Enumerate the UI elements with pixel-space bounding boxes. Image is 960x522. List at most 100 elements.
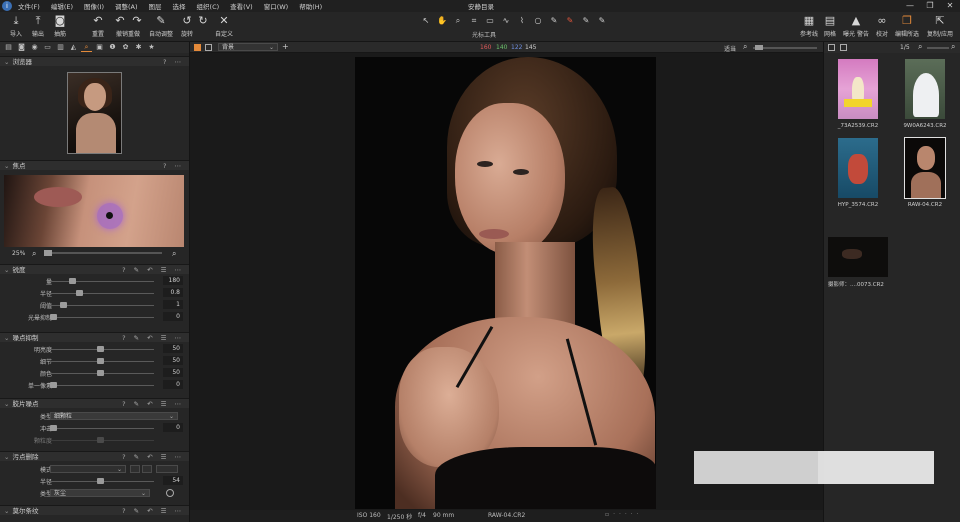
menu-view[interactable]: 查看(V) (230, 1, 253, 11)
browser-thumbnail[interactable] (67, 72, 122, 154)
tab-local-icon[interactable]: ▣ (94, 43, 105, 52)
menu-adjust[interactable]: 调整(A) (115, 1, 138, 11)
straighten-tool-icon[interactable]: ▭ (482, 15, 498, 27)
section-menu-icon[interactable]: ? ⋯ (163, 57, 184, 67)
menu-edit[interactable]: 编辑(E) (51, 1, 73, 11)
section-controls-icon[interactable]: ? ✎ ↶ ☰ ⋯ (122, 506, 184, 516)
exposure-warning-button[interactable]: ▲ 曝光 警告 (842, 14, 870, 38)
menu-image[interactable]: 图像(I) (84, 1, 104, 11)
keystone-tool-icon[interactable]: ∿ (498, 15, 514, 27)
sharpening-slider-value[interactable]: 180 (163, 276, 183, 285)
tab-capture-icon[interactable]: ◙ (16, 43, 27, 52)
tab-composition-icon[interactable]: ▭ (42, 43, 53, 52)
close-button[interactable]: ✕ (940, 0, 960, 12)
multi-view-icon[interactable] (205, 44, 212, 51)
pointer-tool-icon[interactable]: ↖ (418, 15, 434, 27)
focus-zoom-slider[interactable] (44, 252, 162, 254)
sharpening-section-header[interactable]: ⌄ 锐度 ? ✎ ↶ ☰ ⋯ (0, 264, 189, 275)
brush-tool-icon[interactable]: ✎ (562, 15, 578, 27)
grid-button[interactable]: ▤ 网格 (822, 14, 838, 38)
spot-section-header[interactable]: ⌄ 污点删除 ? ✎ ↶ ☰ ⋯ (0, 451, 189, 462)
spot-type-select[interactable]: 灰尘 ⌄ (50, 489, 150, 497)
zoom-tool-icon[interactable]: ⌕ (450, 15, 466, 27)
sharpening-slider-value[interactable]: 1 (163, 300, 183, 309)
noise-slider-value[interactable]: 50 (163, 368, 183, 377)
sharpening-slider-track[interactable] (50, 293, 154, 294)
pan-tool-icon[interactable]: ✋ (434, 15, 450, 27)
sharpening-slider-value[interactable]: 0 (163, 312, 183, 321)
browser-zoom-icon[interactable]: ⌕ (918, 42, 922, 52)
list-view-icon[interactable] (840, 44, 847, 51)
menu-window[interactable]: 窗口(W) (264, 1, 289, 11)
tab-library-icon[interactable]: ▤ (3, 43, 14, 52)
copy-apply-button[interactable]: ⇱ 复制/应用 (924, 14, 956, 38)
thumb-0073[interactable] (828, 237, 888, 277)
focus-section-header[interactable]: ⌄ 焦点 ? ⋯ (0, 160, 189, 171)
menu-help[interactable]: 帮助(H) (299, 1, 322, 11)
spot-add-button[interactable] (130, 465, 140, 473)
tab-exposure-icon[interactable]: ▥ (55, 43, 66, 52)
browser-section-header[interactable]: ⌄ 浏览器 ? ⋯ (0, 56, 189, 67)
noise-slider-knob[interactable] (96, 346, 104, 352)
edit-selected-button[interactable]: ❐ 编辑所选 (894, 14, 920, 38)
rotate-right-button[interactable]: ↻ (196, 14, 210, 29)
section-menu-icon[interactable]: ? ⋯ (163, 161, 184, 171)
noise-section-header[interactable]: ⌄ 噪点抑制 ? ✎ ↶ ☰ ⋯ (0, 332, 189, 343)
sharpening-slider-track[interactable] (50, 281, 154, 282)
thumb-RAW-04-selected[interactable] (904, 137, 946, 199)
capture-button[interactable]: ◙ 抽筋 (50, 14, 70, 38)
section-controls-icon[interactable]: ? ✎ ↶ ☰ ⋯ (122, 333, 184, 343)
noise-slider-value[interactable]: 50 (163, 344, 183, 353)
guides-button[interactable]: ▦ 参考线 (798, 14, 820, 38)
single-view-icon[interactable] (194, 44, 201, 51)
sharpening-slider-knob[interactable] (50, 314, 57, 320)
viewer-zoom-out-icon[interactable]: ⌕ (743, 42, 747, 52)
tab-metadata-icon[interactable]: ❶ (107, 43, 118, 52)
section-controls-icon[interactable]: ? ✎ ↶ ☰ ⋯ (122, 265, 184, 275)
grain-impact-track[interactable] (50, 428, 154, 429)
thumb-9W0A6243[interactable] (905, 59, 945, 119)
browser-zoom-slider[interactable] (927, 47, 949, 49)
noise-slider-knob[interactable] (96, 370, 104, 376)
noise-slider-knob[interactable] (50, 382, 57, 388)
thumb-73A2539[interactable] (838, 59, 878, 119)
tab-details-icon[interactable]: ⌕ (81, 43, 92, 52)
noise-slider-value[interactable]: 50 (163, 356, 183, 365)
focus-zoom-knob[interactable] (44, 250, 52, 256)
tab-styles-icon[interactable]: ✿ (120, 43, 131, 52)
grain-section-header[interactable]: ⌄ 胶片噪点 ? ✎ ↶ ☰ ⋯ (0, 398, 189, 409)
tab-lens-icon[interactable]: ◉ (29, 43, 40, 52)
proof-button[interactable]: ∞ 校对 (874, 14, 890, 38)
section-controls-icon[interactable]: ? ✎ ↶ ☰ ⋯ (122, 399, 184, 409)
menu-file[interactable]: 文件(F) (18, 1, 40, 11)
zoom-in-icon[interactable]: ⌕ (172, 249, 176, 259)
minimize-button[interactable]: — (900, 0, 920, 12)
focus-preview[interactable] (4, 175, 184, 247)
spot-circle-icon[interactable] (166, 489, 174, 497)
main-photo[interactable] (355, 57, 656, 509)
grain-type-select[interactable]: 细颗粒 ⌄ (50, 412, 178, 420)
spot-extra-button[interactable] (156, 465, 178, 473)
add-icon[interactable]: + (282, 42, 289, 51)
spot-tool-icon[interactable]: ○ (530, 15, 546, 27)
reset-button[interactable]: ↶ 重置 (88, 14, 108, 38)
zoom-out-icon[interactable]: ⌕ (32, 249, 36, 259)
spot-mode-select[interactable]: ⌄ (50, 465, 126, 473)
lcc-tool-icon[interactable]: ⌇ (514, 15, 530, 27)
export-button[interactable]: ⤒ 输出 (28, 14, 48, 38)
browser-search-icon[interactable]: ⌕ (951, 42, 955, 52)
tab-favorites-icon[interactable]: ★ (146, 43, 157, 52)
maximize-button[interactable]: ❐ (920, 0, 940, 12)
customize-button[interactable]: ✕ 自定义 (214, 14, 234, 38)
gradient-tool-icon[interactable]: ✎ (594, 15, 610, 27)
rating-dots[interactable]: ▫····· (605, 511, 643, 518)
rotate-left-button[interactable]: ↺ 旋转 (180, 14, 194, 38)
redo-button[interactable]: ↷ 撤销重做 (114, 14, 142, 38)
sharpening-slider-value[interactable]: 0.8 (163, 288, 183, 297)
section-controls-icon[interactable]: ? ✎ ↶ ☰ ⋯ (122, 452, 184, 462)
sharpening-slider-track[interactable] (50, 317, 154, 318)
grain-granularity-knob[interactable] (96, 437, 104, 443)
sharpening-slider-knob[interactable] (69, 278, 77, 284)
menu-organize[interactable]: 组织(C) (197, 1, 220, 11)
menu-select[interactable]: 选择 (173, 1, 186, 11)
